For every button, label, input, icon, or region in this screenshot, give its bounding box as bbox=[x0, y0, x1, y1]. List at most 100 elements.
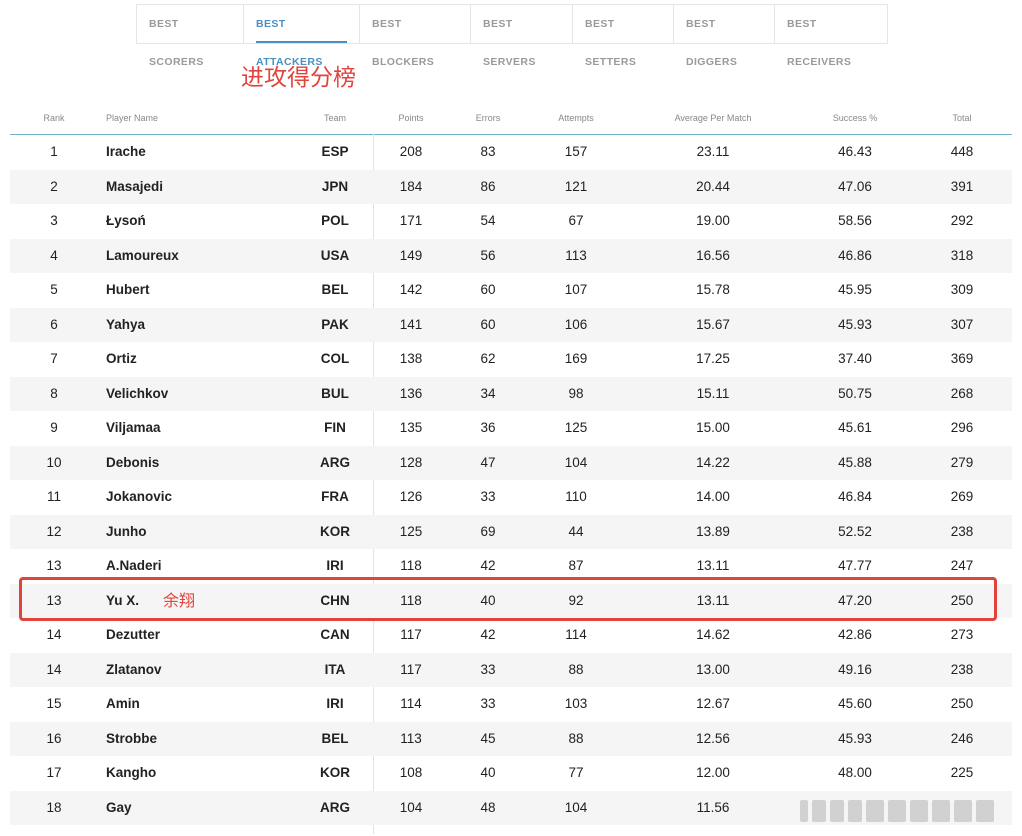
table-body: 1 Irache ESP 208 83 157 23.11 46.43 448 2 Masajedi… bbox=[10, 135, 1012, 825]
tab-best-receivers[interactable]: BEST RECEIVERS bbox=[774, 5, 887, 68]
cell-rank: 13 bbox=[46, 558, 62, 573]
cell-success-percent: 52.52 bbox=[838, 523, 872, 539]
attackers-table: Rank Player Name Team Points Errors Atte… bbox=[10, 106, 1015, 834]
tab-best-attackers[interactable]: BEST ATTACKERS bbox=[243, 5, 359, 68]
cell-total: 268 bbox=[950, 385, 974, 401]
cell-player-name[interactable]: Strobbe bbox=[106, 722, 306, 757]
cell-player-name[interactable]: Gay bbox=[106, 791, 306, 826]
cell-average-per-match: 13.00 bbox=[696, 661, 730, 677]
cell-average-per-match: 23.11 bbox=[696, 144, 730, 159]
cell-player-name[interactable]: Jokanovic bbox=[106, 480, 306, 515]
cell-total: 448 bbox=[950, 144, 974, 159]
cell-errors: 33 bbox=[480, 696, 496, 711]
cell-errors: 47 bbox=[480, 454, 496, 470]
cell-errors: 40 bbox=[480, 592, 496, 608]
cell-average-per-match: 11.56 bbox=[696, 799, 730, 815]
header-errors[interactable]: Errors bbox=[449, 106, 527, 134]
cell-errors: 42 bbox=[480, 627, 496, 642]
header-total[interactable]: Total bbox=[909, 106, 1015, 134]
cell-attempts: 104 bbox=[564, 799, 588, 815]
watermark-glyph bbox=[866, 800, 884, 822]
tab-best-setters[interactable]: BEST SETTERS bbox=[572, 5, 673, 68]
cell-total: 250 bbox=[950, 592, 974, 608]
cell-player-name[interactable]: Debonis bbox=[106, 446, 306, 481]
cell-attempts: 110 bbox=[565, 489, 587, 504]
cell-success-percent: 47.20 bbox=[838, 592, 872, 608]
cell-rank: 11 bbox=[46, 489, 61, 504]
cell-points: 104 bbox=[399, 799, 423, 815]
cell-points: 128 bbox=[399, 454, 423, 470]
cell-team: CHN bbox=[320, 592, 350, 608]
cell-player-name[interactable]: Hubert bbox=[106, 273, 306, 308]
table-row: 8 Velichkov BUL 136 34 98 15.11 50.75 268 bbox=[10, 376, 1012, 412]
cell-player-name[interactable]: Viljamaa bbox=[106, 411, 306, 446]
cell-attempts: 114 bbox=[565, 627, 587, 642]
cell-rank: 16 bbox=[46, 730, 62, 746]
header-attempts[interactable]: Attempts bbox=[527, 106, 625, 134]
header-team[interactable]: Team bbox=[306, 106, 364, 134]
cell-team: BEL bbox=[321, 282, 349, 297]
cell-player-name[interactable]: Ortiz bbox=[106, 342, 306, 377]
cell-player-name[interactable]: A.Naderi bbox=[106, 549, 306, 584]
header-player-name[interactable]: Player Name bbox=[106, 106, 306, 134]
tab-best-diggers[interactable]: BEST DIGGERS bbox=[673, 5, 774, 68]
header-success-percent[interactable]: Success % bbox=[801, 106, 909, 134]
cell-player-name[interactable]: Yahya bbox=[106, 308, 306, 343]
cell-total: 250 bbox=[950, 696, 974, 711]
cell-player-name[interactable]: Zlatanov bbox=[106, 653, 306, 688]
cell-attempts: 88 bbox=[568, 661, 584, 677]
cell-total: 225 bbox=[950, 765, 974, 780]
cell-rank: 12 bbox=[46, 523, 62, 539]
cell-player-name[interactable]: Amin bbox=[106, 687, 306, 722]
cell-average-per-match: 15.00 bbox=[696, 420, 730, 435]
table-row: 12 Junho KOR 125 69 44 13.89 52.52 238 bbox=[10, 514, 1012, 550]
cell-rank: 17 bbox=[46, 765, 62, 780]
watermark-glyph bbox=[910, 800, 928, 822]
cell-average-per-match: 13.11 bbox=[696, 592, 730, 608]
cell-success-percent: 45.95 bbox=[838, 282, 872, 297]
cell-attempts: 88 bbox=[568, 730, 584, 746]
tab-best-scorers[interactable]: BEST SCORERS bbox=[137, 5, 243, 68]
cell-player-name[interactable]: Yu X. bbox=[106, 584, 306, 619]
cell-attempts: 87 bbox=[568, 558, 584, 573]
tab-best-servers[interactable]: BEST SERVERS bbox=[470, 5, 572, 68]
table-row: 5 Hubert BEL 142 60 107 15.78 45.95 309 bbox=[10, 273, 1012, 308]
cell-player-name[interactable]: Kangho bbox=[106, 756, 306, 791]
cell-player-name[interactable]: Velichkov bbox=[106, 377, 306, 412]
cell-player-name[interactable]: Masajedi bbox=[106, 170, 306, 205]
cell-success-percent: 45.60 bbox=[838, 696, 872, 711]
cell-rank: 3 bbox=[50, 213, 58, 228]
cell-team: KOR bbox=[320, 523, 350, 539]
header-average-per-match[interactable]: Average Per Match bbox=[625, 106, 801, 134]
cell-points: 141 bbox=[399, 316, 423, 332]
cell-success-percent: 47.06 bbox=[838, 178, 872, 194]
cell-total: 391 bbox=[950, 178, 974, 194]
cell-rank: 9 bbox=[50, 420, 58, 435]
cell-errors: 40 bbox=[480, 765, 496, 780]
cell-team: FIN bbox=[324, 420, 346, 435]
cell-total: 246 bbox=[950, 730, 974, 746]
cell-player-name[interactable]: Dezutter bbox=[106, 618, 306, 653]
cell-success-percent: 48.00 bbox=[838, 765, 872, 780]
cell-player-name[interactable]: Lamoureux bbox=[106, 239, 306, 274]
cell-attempts: 67 bbox=[568, 213, 584, 228]
table-row: 14 Dezutter CAN 117 42 114 14.62 42.86 273 bbox=[10, 618, 1012, 653]
header-rank[interactable]: Rank bbox=[10, 106, 98, 134]
annotation-chinese-name: 余翔 bbox=[163, 590, 196, 610]
table-row: 9 Viljamaa FIN 135 36 125 15.00 45.61 296 bbox=[10, 411, 1012, 446]
tab-best-blockers[interactable]: BEST BLOCKERS bbox=[359, 5, 470, 68]
cell-success-percent: 46.43 bbox=[838, 144, 872, 159]
cell-errors: 42 bbox=[480, 558, 496, 573]
cell-player-name[interactable]: Junho bbox=[106, 515, 306, 550]
cell-success-percent: 37.40 bbox=[838, 351, 872, 366]
cell-points: 184 bbox=[399, 178, 423, 194]
cell-rank: 7 bbox=[50, 351, 58, 366]
table-row: 13 Yu X. CHN 118 40 92 13.11 47.20 250 余翔 bbox=[10, 583, 1012, 619]
header-points[interactable]: Points bbox=[373, 106, 449, 134]
cell-player-name[interactable]: Łysoń bbox=[106, 204, 306, 239]
cell-player-name[interactable]: Irache bbox=[106, 135, 306, 170]
table-row: 17 Kangho KOR 108 40 77 12.00 48.00 225 bbox=[10, 756, 1012, 791]
cell-attempts: 103 bbox=[564, 696, 588, 711]
cell-errors: 60 bbox=[480, 316, 496, 332]
cell-errors: 33 bbox=[480, 661, 496, 677]
